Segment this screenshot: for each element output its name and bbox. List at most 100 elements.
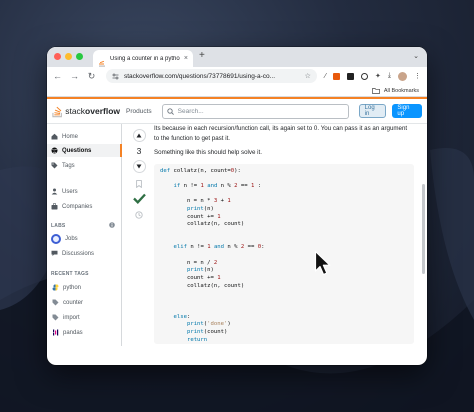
tab-close-icon[interactable]: ×	[184, 55, 188, 62]
minimize-window-button[interactable]	[65, 53, 72, 60]
accepted-checkmark-icon	[132, 193, 146, 204]
code-line: count += 1	[160, 275, 221, 282]
extension-slash-icon[interactable]: ⁄	[325, 73, 326, 80]
browser-window: Using a counter in a python f × + ⌄ ← → …	[47, 47, 427, 365]
labs-section-title: LABS	[51, 223, 66, 229]
bookmarks-bar: All Bookmarks	[47, 85, 427, 97]
home-icon	[51, 133, 58, 140]
reload-button[interactable]: ↻	[87, 71, 96, 82]
sidebar-item-tags[interactable]: Tags	[47, 159, 122, 172]
history-icon[interactable]	[135, 211, 143, 219]
tag-icon	[51, 162, 58, 169]
download-icon[interactable]: ⤓	[388, 72, 391, 80]
arrow-down-icon	[136, 164, 142, 169]
code-line: n = n * 3 + 1	[160, 198, 231, 205]
sidebar-item-home[interactable]: Home	[47, 130, 122, 143]
browser-tab[interactable]: Using a counter in a python f ×	[93, 50, 193, 67]
stackoverflow-header: stackoverflow Products Search... Log in …	[47, 97, 427, 124]
sidebar-recent-tag-python[interactable]: python	[47, 281, 122, 294]
folder-icon	[371, 87, 380, 94]
window-controls	[54, 53, 83, 60]
info-icon[interactable]	[109, 222, 115, 228]
close-window-button[interactable]	[54, 53, 61, 60]
extension-orange-icon[interactable]	[333, 72, 341, 80]
answer-paragraph: Its because in each recursion/function c…	[154, 125, 408, 142]
tag-icon	[51, 299, 59, 307]
url-text: stackoverflow.com/questions/73778691/usi…	[124, 72, 276, 80]
sign-up-button[interactable]: Sign up	[392, 104, 422, 118]
search-placeholder: Search...	[177, 107, 204, 115]
sidebar-item-jobs[interactable]: Jobs	[47, 232, 122, 245]
stackoverflow-logo-icon	[52, 106, 62, 117]
stackoverflow-favicon-icon	[98, 55, 106, 67]
jobs-icon	[51, 233, 61, 244]
extensions-puzzle-icon[interactable]: ✦	[375, 72, 381, 80]
code-line: def collatz(n, count=0):	[160, 167, 241, 174]
code-line: elif n != 1 and n % 2 == 0:	[173, 244, 265, 251]
sidebar-item-questions[interactable]: Questions	[47, 144, 122, 157]
recent-tags-section-title: RECENT TAGS	[51, 271, 89, 277]
code-line: print(n)	[186, 205, 214, 212]
browser-menu-icon[interactable]: ⋮	[414, 72, 421, 80]
briefcase-icon	[51, 203, 58, 210]
code-line: if n != 1 and n % 2 == 1 :	[173, 182, 262, 189]
extensions-area: ⁄ ✦ ⤓ ⋮	[325, 71, 421, 81]
sidebar-item-users[interactable]: Users	[47, 185, 122, 198]
extension-circle-icon[interactable]	[361, 72, 369, 80]
back-button[interactable]: ←	[53, 71, 62, 81]
arrow-up-icon	[136, 133, 142, 138]
code-line: print('done')	[186, 321, 231, 328]
code-block: def collatz(n, count=0): if n != 1 and n…	[154, 163, 414, 344]
new-tab-button[interactable]: +	[199, 50, 205, 61]
zoom-window-button[interactable]	[76, 53, 83, 60]
products-link[interactable]: Products	[126, 108, 152, 115]
downvote-button[interactable]	[132, 160, 146, 173]
sidebar-recent-tag-counter[interactable]: counter	[47, 296, 122, 309]
discussions-icon	[51, 250, 58, 256]
code-line: collatz(n, count)	[160, 282, 245, 289]
sidebar-item-discussions[interactable]: Discussions	[47, 247, 122, 260]
page-scrollbar[interactable]	[422, 184, 425, 274]
page-content: Home Questions Tags Users Companies LABS	[47, 124, 427, 346]
extension-dark-icon[interactable]	[347, 72, 355, 80]
code-line: n = n / 2	[160, 259, 218, 266]
upvote-button[interactable]	[132, 129, 146, 142]
tab-strip: Using a counter in a python f × + ⌄	[47, 47, 427, 67]
sidebar-recent-tag-import[interactable]: import	[47, 311, 122, 324]
sidebar-recent-tag-pandas[interactable]: pandas	[47, 326, 122, 339]
stackoverflow-logo[interactable]: stackoverflow	[52, 105, 120, 118]
code-line: collatz(n, count)	[160, 221, 245, 228]
answer-body: Its because in each recursion/function c…	[154, 124, 414, 344]
answer-paragraph: Something like this should help solve it…	[154, 149, 262, 156]
log-in-button[interactable]: Log in	[358, 104, 387, 118]
bookmark-icon[interactable]	[136, 180, 142, 188]
users-icon	[51, 188, 58, 195]
logo-text-light: stack	[65, 106, 86, 116]
bookmark-star-icon[interactable]: ☆	[305, 72, 311, 80]
profile-avatar[interactable]	[398, 71, 407, 81]
vote-column: 3	[129, 124, 149, 346]
all-bookmarks-link[interactable]: All Bookmarks	[384, 88, 419, 94]
vote-count: 3	[136, 146, 142, 156]
site-info-icon[interactable]	[112, 73, 119, 80]
globe-icon	[51, 147, 58, 154]
tag-icon	[51, 314, 59, 322]
code-line: print(n)	[186, 267, 214, 274]
tab-search-button[interactable]: ⌄	[413, 52, 419, 60]
browser-toolbar: ← → ↻ stackoverflow.com/questions/737786…	[47, 67, 427, 85]
address-bar[interactable]: stackoverflow.com/questions/73778691/usi…	[106, 69, 317, 83]
tab-title: Using a counter in a python f	[110, 55, 180, 62]
pandas-logo-icon	[51, 329, 59, 337]
code-line: return	[186, 336, 208, 343]
code-line: print(count)	[186, 328, 228, 335]
forward-button[interactable]: →	[70, 71, 79, 81]
left-sidebar: Home Questions Tags Users Companies LABS	[47, 124, 122, 346]
sidebar-item-companies[interactable]: Companies	[47, 200, 122, 213]
search-input[interactable]: Search...	[161, 103, 349, 119]
